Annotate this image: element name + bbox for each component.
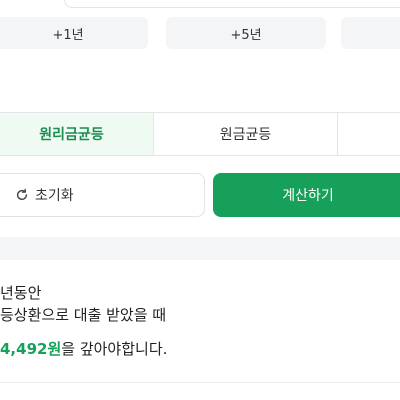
reset-button[interactable]: 초기화 bbox=[0, 173, 205, 217]
preset-more-button[interactable] bbox=[341, 17, 400, 49]
tab-equal-principal[interactable]: 원금균등 bbox=[154, 113, 338, 155]
preset-plus-1-year-button[interactable]: +1년 bbox=[0, 17, 148, 49]
loan-calculator-view: +1년 +5년 원리금균등 원금균등 초기화 계산하기 년동안 등상환으로 대출… bbox=[0, 0, 400, 400]
tab-lump-sum[interactable] bbox=[338, 113, 400, 155]
reset-button-label: 초기화 bbox=[35, 188, 74, 204]
calculate-button[interactable]: 계산하기 bbox=[213, 173, 400, 217]
bottom-divider bbox=[0, 382, 400, 383]
calculate-button-label: 계산하기 bbox=[282, 188, 334, 204]
loan-period-input[interactable] bbox=[64, 0, 400, 8]
result-amount-line: 4,492원을 갚아야합니다. bbox=[0, 338, 167, 359]
tab-equal-principal-interest[interactable]: 원리금균등 bbox=[0, 113, 154, 155]
monthly-payment-amount: 4,492원 bbox=[0, 340, 62, 358]
result-amount-suffix: 을 갚아야합니다. bbox=[61, 340, 168, 358]
repayment-method-tabs: 원리금균등 원금균등 bbox=[0, 112, 400, 156]
section-divider bbox=[0, 237, 400, 260]
preset-plus-5-years-button[interactable]: +5년 bbox=[166, 17, 326, 49]
result-method-text: 등상환으로 대출 받았을 때 bbox=[0, 306, 167, 324]
refresh-icon bbox=[16, 188, 28, 201]
result-period-text: 년동안 bbox=[0, 284, 42, 302]
